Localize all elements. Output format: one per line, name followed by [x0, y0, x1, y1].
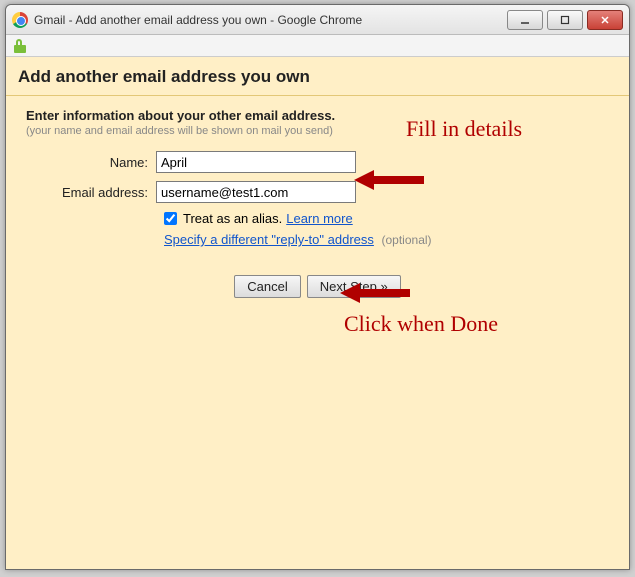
- name-input[interactable]: [156, 151, 356, 173]
- name-label: Name:: [26, 155, 156, 170]
- window-controls: [507, 10, 623, 30]
- address-bar: [6, 35, 629, 57]
- chrome-icon: [12, 12, 28, 28]
- reply-to-row: Specify a different "reply-to" address (…: [164, 232, 609, 247]
- alias-row: Treat as an alias. Learn more: [164, 211, 609, 226]
- email-row: Email address:: [26, 181, 609, 203]
- annotation-click: Click when Done: [344, 311, 498, 337]
- email-label: Email address:: [26, 185, 156, 200]
- page-subheading: Enter information about your other email…: [26, 108, 609, 123]
- page-content: Add another email address you own Enter …: [6, 57, 629, 569]
- email-input[interactable]: [156, 181, 356, 203]
- titlebar: Gmail - Add another email address you ow…: [6, 5, 629, 35]
- alias-checkbox[interactable]: [164, 212, 177, 225]
- page-heading: Add another email address you own: [6, 57, 629, 96]
- reply-to-link[interactable]: Specify a different "reply-to" address: [164, 232, 374, 247]
- minimize-button[interactable]: [507, 10, 543, 30]
- form-area: Enter information about your other email…: [6, 96, 629, 310]
- page-hint: (your name and email address will be sho…: [26, 125, 609, 137]
- optional-label: (optional): [382, 233, 432, 247]
- lock-icon: [14, 39, 26, 53]
- name-row: Name:: [26, 151, 609, 173]
- next-step-button[interactable]: Next Step »: [307, 275, 401, 298]
- close-button[interactable]: [587, 10, 623, 30]
- browser-window: Gmail - Add another email address you ow…: [5, 4, 630, 570]
- window-title: Gmail - Add another email address you ow…: [34, 13, 507, 27]
- maximize-button[interactable]: [547, 10, 583, 30]
- alias-label: Treat as an alias.: [183, 211, 282, 226]
- cancel-button[interactable]: Cancel: [234, 275, 300, 298]
- learn-more-link[interactable]: Learn more: [286, 211, 352, 226]
- button-row: Cancel Next Step »: [26, 275, 609, 298]
